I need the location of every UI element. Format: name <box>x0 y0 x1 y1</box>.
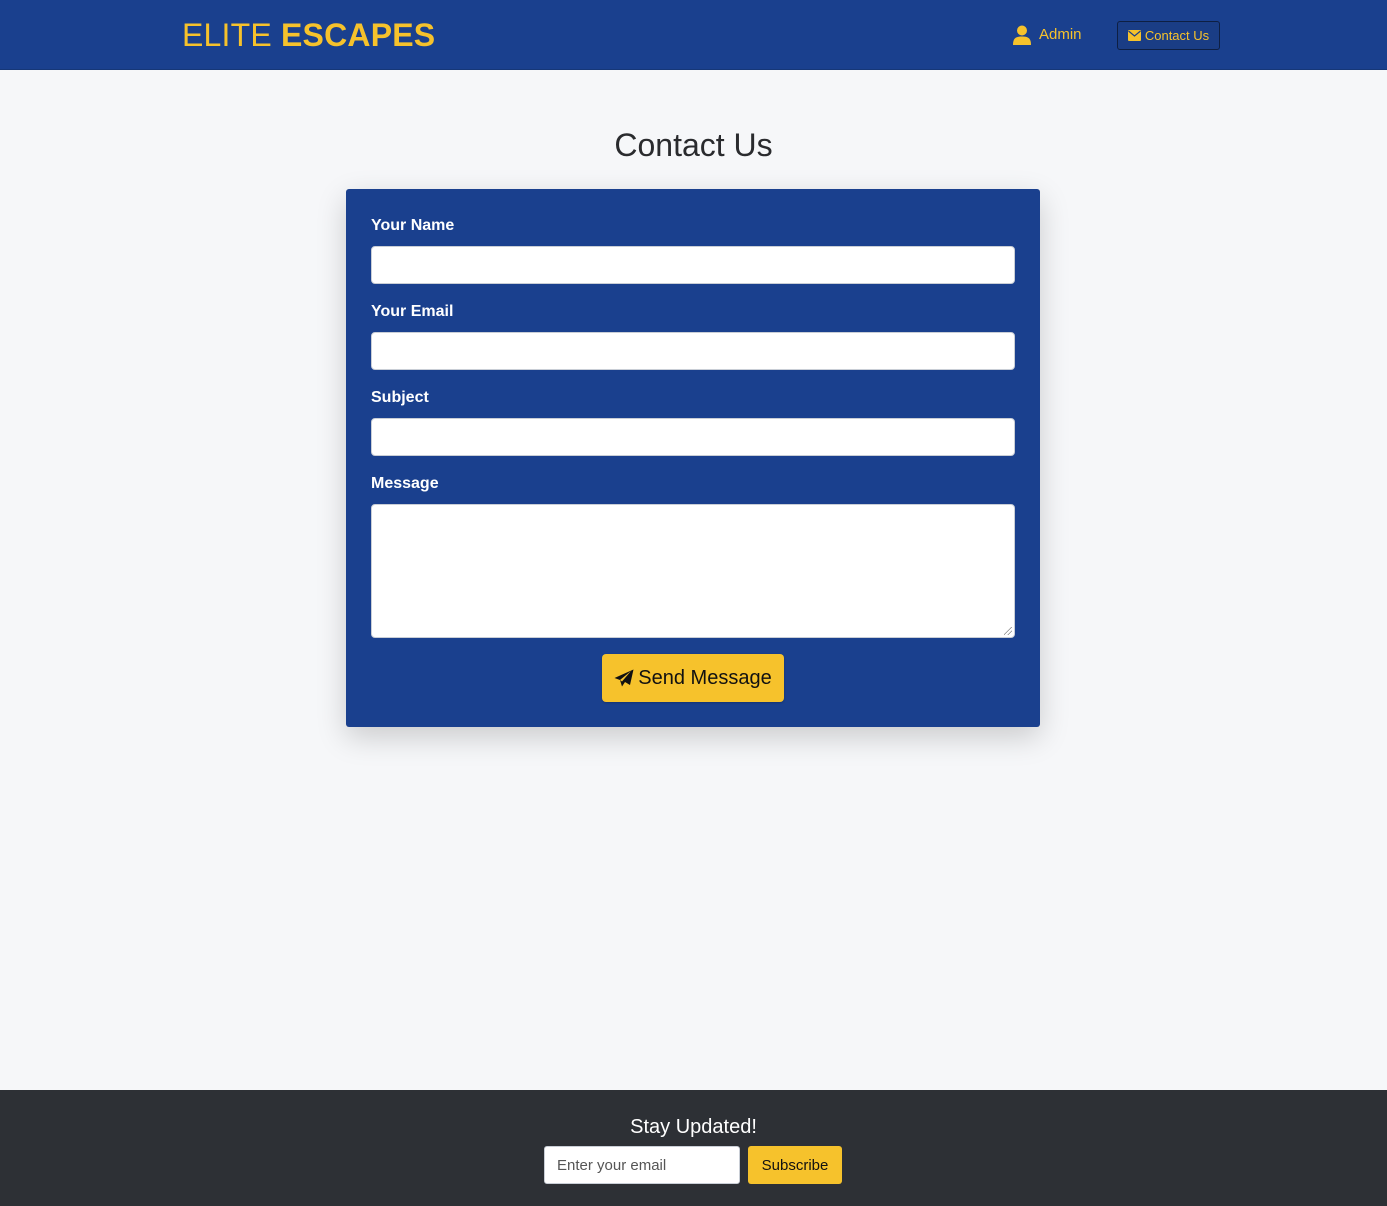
newsletter-title: Stay Updated! <box>630 1116 757 1138</box>
subscribe-button[interactable]: Subscribe <box>748 1146 842 1184</box>
envelope-icon <box>1127 30 1141 41</box>
footer: Stay Updated! Subscribe <box>0 1090 1387 1206</box>
message-label: Message <box>371 475 439 492</box>
admin-link[interactable]: Admin <box>1013 24 1082 46</box>
email-label: Your Email <box>371 303 454 320</box>
subject-label: Subject <box>371 389 429 406</box>
contact-us-button[interactable]: Contact Us <box>1117 21 1220 50</box>
page-title: Contact Us <box>614 127 773 163</box>
newsletter-email-input[interactable] <box>544 1146 740 1184</box>
navbar: ELITE ESCAPES Admin Contact Us <box>0 0 1387 70</box>
subject-input[interactable] <box>371 418 1015 456</box>
user-icon <box>1013 25 1031 45</box>
brand-light: ELITE <box>182 17 272 53</box>
brand-logo[interactable]: ELITE ESCAPES <box>182 17 435 53</box>
paper-plane-icon <box>614 669 634 687</box>
send-message-button[interactable]: Send Message <box>602 654 784 702</box>
send-message-label: Send Message <box>638 666 772 689</box>
email-input[interactable] <box>371 332 1015 370</box>
name-input[interactable] <box>371 246 1015 284</box>
message-textarea[interactable] <box>371 504 1015 638</box>
resize-handle[interactable] <box>1004 627 1012 635</box>
name-label: Your Name <box>371 217 455 234</box>
contact-us-label: Contact Us <box>1144 28 1210 43</box>
contact-form: Your Name Your Email Subject Message Sen… <box>346 189 1040 727</box>
admin-label: Admin <box>1039 26 1082 43</box>
brand-bold: ESCAPES <box>281 17 436 53</box>
